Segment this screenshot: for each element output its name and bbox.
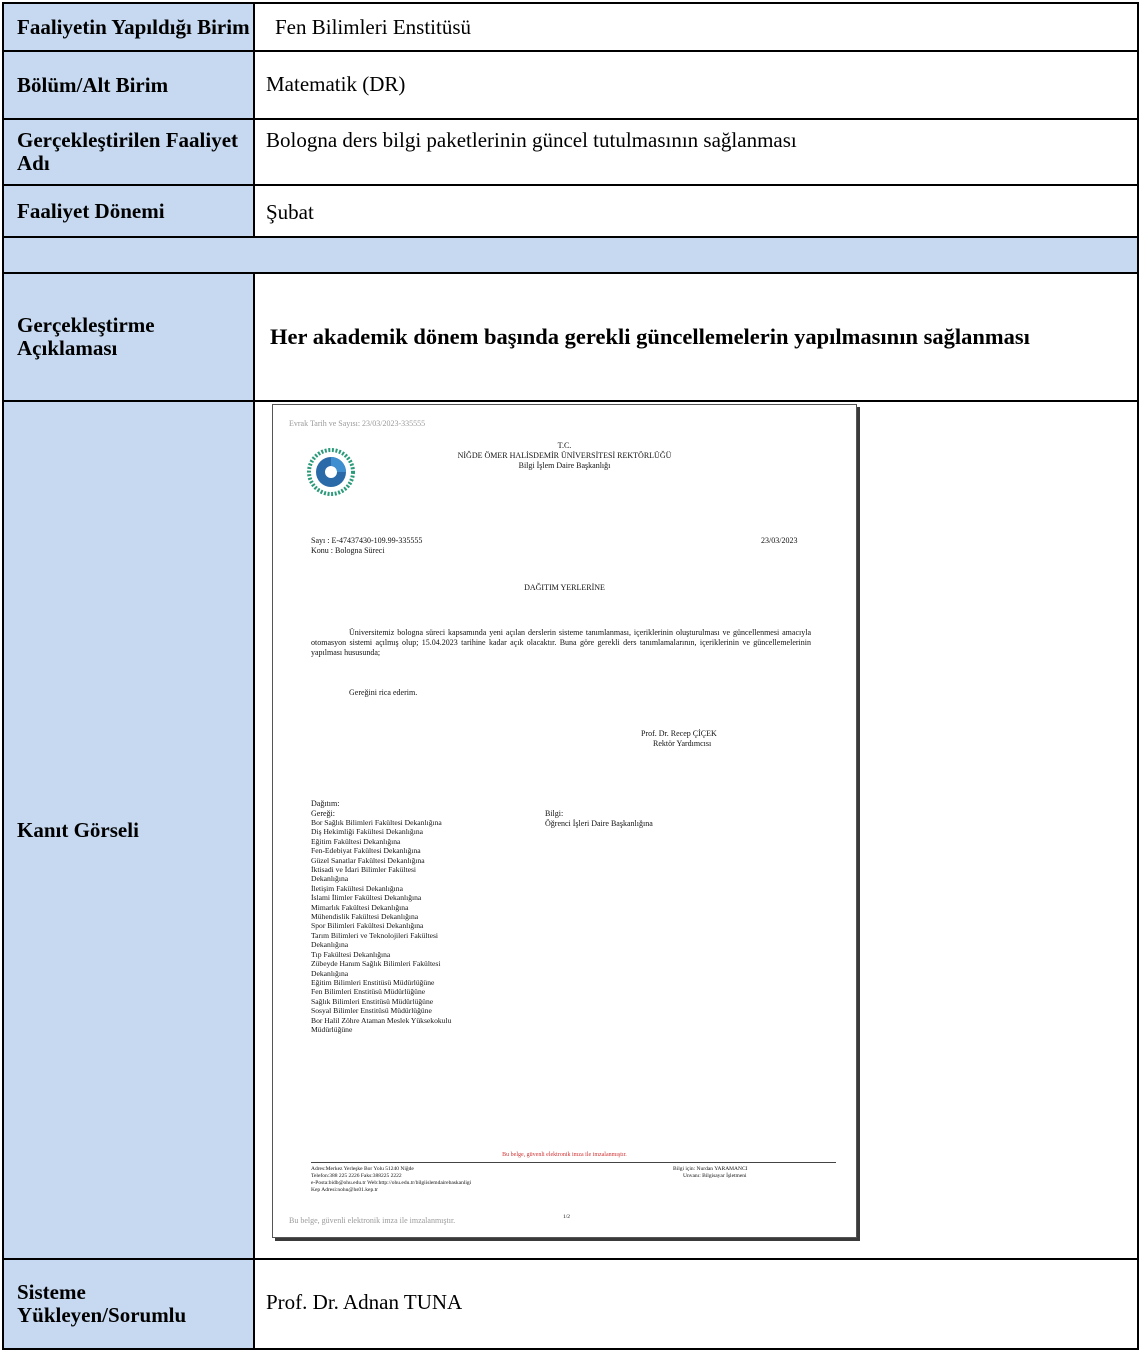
row-activity-name: Gerçekleştirilen Faaliyet Adı Bologna de… [2,118,1139,186]
evidence-document-image: Evrak Tarih ve Sayısı: 23/03/2023-335555… [272,404,857,1238]
value-period: Şubat [253,184,1139,238]
list-item: Zübeyde Hanım Sağlık Bilimleri Fakültesi [311,959,441,969]
row-unit: Faaliyetin Yapıldığı Birim Fen Bilimleri… [2,2,1139,52]
document-signer-name: Prof. Dr. Recep ÇİÇEK [641,729,717,738]
document-header-university: NİĞDE ÖMER HALİSDEMİR ÜNİVERSİTESİ REKTÖ… [457,451,672,460]
document-footer-email: e-Posta:bidb@ohu.edu.tr Web:http://ohu.e… [311,1180,472,1186]
list-item: İslami İlimler Fakültesi Dekanlığına [311,893,422,903]
document-subject: Konu : Bologna Süreci [311,546,385,555]
document-date: 23/03/2023 [761,536,798,545]
list-item: Sağlık Bilimleri Enstitüsü Müdürlüğüne [311,996,434,1006]
list-item: İktisadi ve İdari Bilimler Fakültesi [311,865,417,875]
row-department: Bölüm/Alt Birim Matematik (DR) [2,50,1139,120]
document-signature-notice: Bu belge, güvenli elektronik imza ile im… [502,1152,627,1158]
evidence-cell: Evrak Tarih ve Sayısı: 23/03/2023-335555… [253,400,1139,1260]
list-item: Güzel Sanatlar Fakültesi Dekanlığına [311,855,425,865]
document-distribution-heading: DAĞITIM YERLERİNE [524,583,605,592]
value-activity-name: Bologna ders bilgi paketlerinin güncel t… [253,118,1139,186]
label-evidence: Kanıt Görseli [2,400,255,1260]
list-item: Dekanlığına [311,940,349,950]
document-signer-title: Rektör Yardımcısı [653,739,712,748]
document-footer-phone: Telefon:388 225 2226 Faks:388225 2222 [311,1173,402,1179]
document-header-department: Bilgi İşlem Daire Başkanlığı [518,461,611,470]
document-footer-address: Adres:Merkez Yerleşke Bor Yolu 51240 Niğ… [311,1166,414,1172]
list-item: İletişim Fakültesi Dekanlığına [311,883,403,893]
document-footer-contact: Bilgi için: Nurdan YARAMANCI [673,1166,748,1172]
label-responsible: Sisteme Yükleyen/Sorumlu [2,1258,255,1350]
value-department: Matematik (DR) [253,50,1139,120]
document-bilgi-item: Öğrenci İşleri Daire Başkanlığına [545,819,653,828]
list-item: Tarım Bilimleri ve Teknolojileri Fakülte… [311,930,439,940]
document-footer-rule [311,1162,836,1163]
list-item: Tıp Fakültesi Dekanlığına [311,949,391,959]
value-responsible: Prof. Dr. Adnan TUNA [253,1258,1139,1350]
document-geregi-list: Bor Sağlık Bilimleri Fakültesi Dekanlığı… [311,818,451,1034]
document-number: Sayı : E-47437430-109.99-335555 [311,536,423,545]
document-distribution-label: Dağıtım: [311,799,340,808]
list-item: Bor Halil Zöhre Ataman Meslek Yüksekokul… [311,1015,452,1025]
list-item: Dekanlığına [311,874,349,884]
document-bilgi-label: Bilgi: [545,809,564,818]
row-description: Gerçekleştirme Açıklaması Her akademik d… [2,272,1139,402]
list-item: Bor Sağlık Bilimleri Fakültesi Dekanlığı… [311,818,442,827]
document-evrak-line: Evrak Tarih ve Sayısı: 23/03/2023-335555 [289,419,426,428]
label-description: Gerçekleştirme Açıklaması [2,272,255,402]
list-item: Spor Bilimleri Fakültesi Dekanlığına [311,921,424,931]
list-item: Fen Bilimleri Enstitüsü Müdürlüğüne [311,987,426,997]
document-bottom-notice: Bu belge, güvenli elektronik imza ile im… [289,1216,456,1225]
list-item: Eğitim Bilimleri Enstitüsü Müdürlüğüne [311,977,435,987]
list-item: Fen-Edebiyat Fakültesi Dekanlığına [311,846,421,856]
separator-band [2,236,1139,274]
document-body: Üniversitemiz bologna süreci kapsamında … [311,628,811,657]
list-item: Müdürlüğüne [311,1024,353,1034]
row-period: Faaliyet Dönemi Şubat [2,184,1139,238]
activity-form: Faaliyetin Yapıldığı Birim Fen Bilimleri… [2,2,1139,1350]
document-footer-contact-title: Unvanı: Bilgisayar İşletmeni [683,1173,747,1179]
label-department: Bölüm/Alt Birim [2,50,255,120]
list-item: Mühendislik Fakültesi Dekanlığına [311,912,419,922]
list-item: Diş Hekimliği Fakültesi Dekanlığına [311,827,423,837]
document-footer-kep: Kep Adresi:nohu@hs01.kep.tr [311,1187,378,1193]
value-unit: Fen Bilimleri Enstitüsü [253,2,1139,52]
document-header-tc: T.C. [557,441,572,450]
row-evidence: Kanıt Görseli Evrak Tarih ve Sayısı: 23/… [2,400,1139,1260]
label-period: Faaliyet Dönemi [2,184,255,238]
row-separator-band [2,236,1139,274]
list-item: Mimarlık Fakültesi Dekanlığına [311,902,409,912]
list-item: Sosyal Bilimler Enstitüsü Müdürlüğüne [311,1006,432,1016]
list-item: Dekanlığına [311,968,349,978]
document-page-number: 1/2 [563,1214,571,1220]
label-unit: Faaliyetin Yapıldığı Birim [2,2,255,52]
label-activity-name: Gerçekleştirilen Faaliyet Adı [2,118,255,186]
value-description: Her akademik dönem başında gerekli günce… [253,272,1139,402]
document-request: Gereğini rica ederim. [349,688,418,697]
list-item: Eğitim Fakültesi Dekanlığına [311,836,401,846]
row-responsible: Sisteme Yükleyen/Sorumlu Prof. Dr. Adnan… [2,1258,1139,1350]
